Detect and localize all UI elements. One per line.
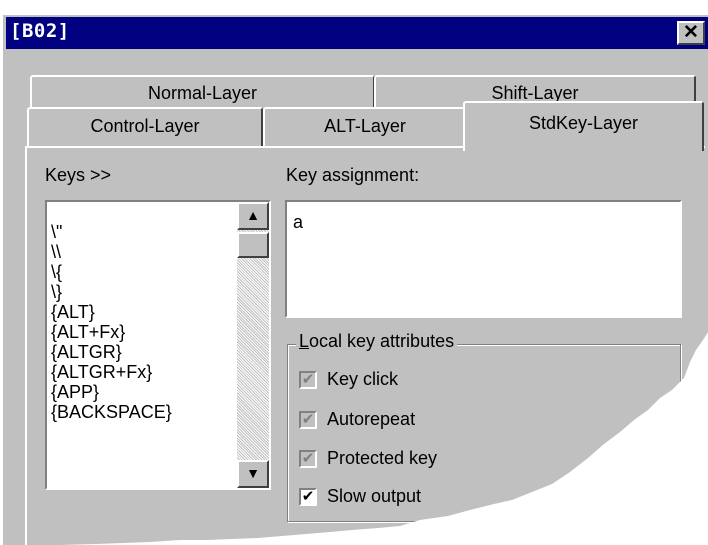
dialog-window: [B02] ✕ Normal-Layer Shift-Layer Control… bbox=[0, 0, 708, 545]
torn-edge bbox=[0, 332, 708, 545]
